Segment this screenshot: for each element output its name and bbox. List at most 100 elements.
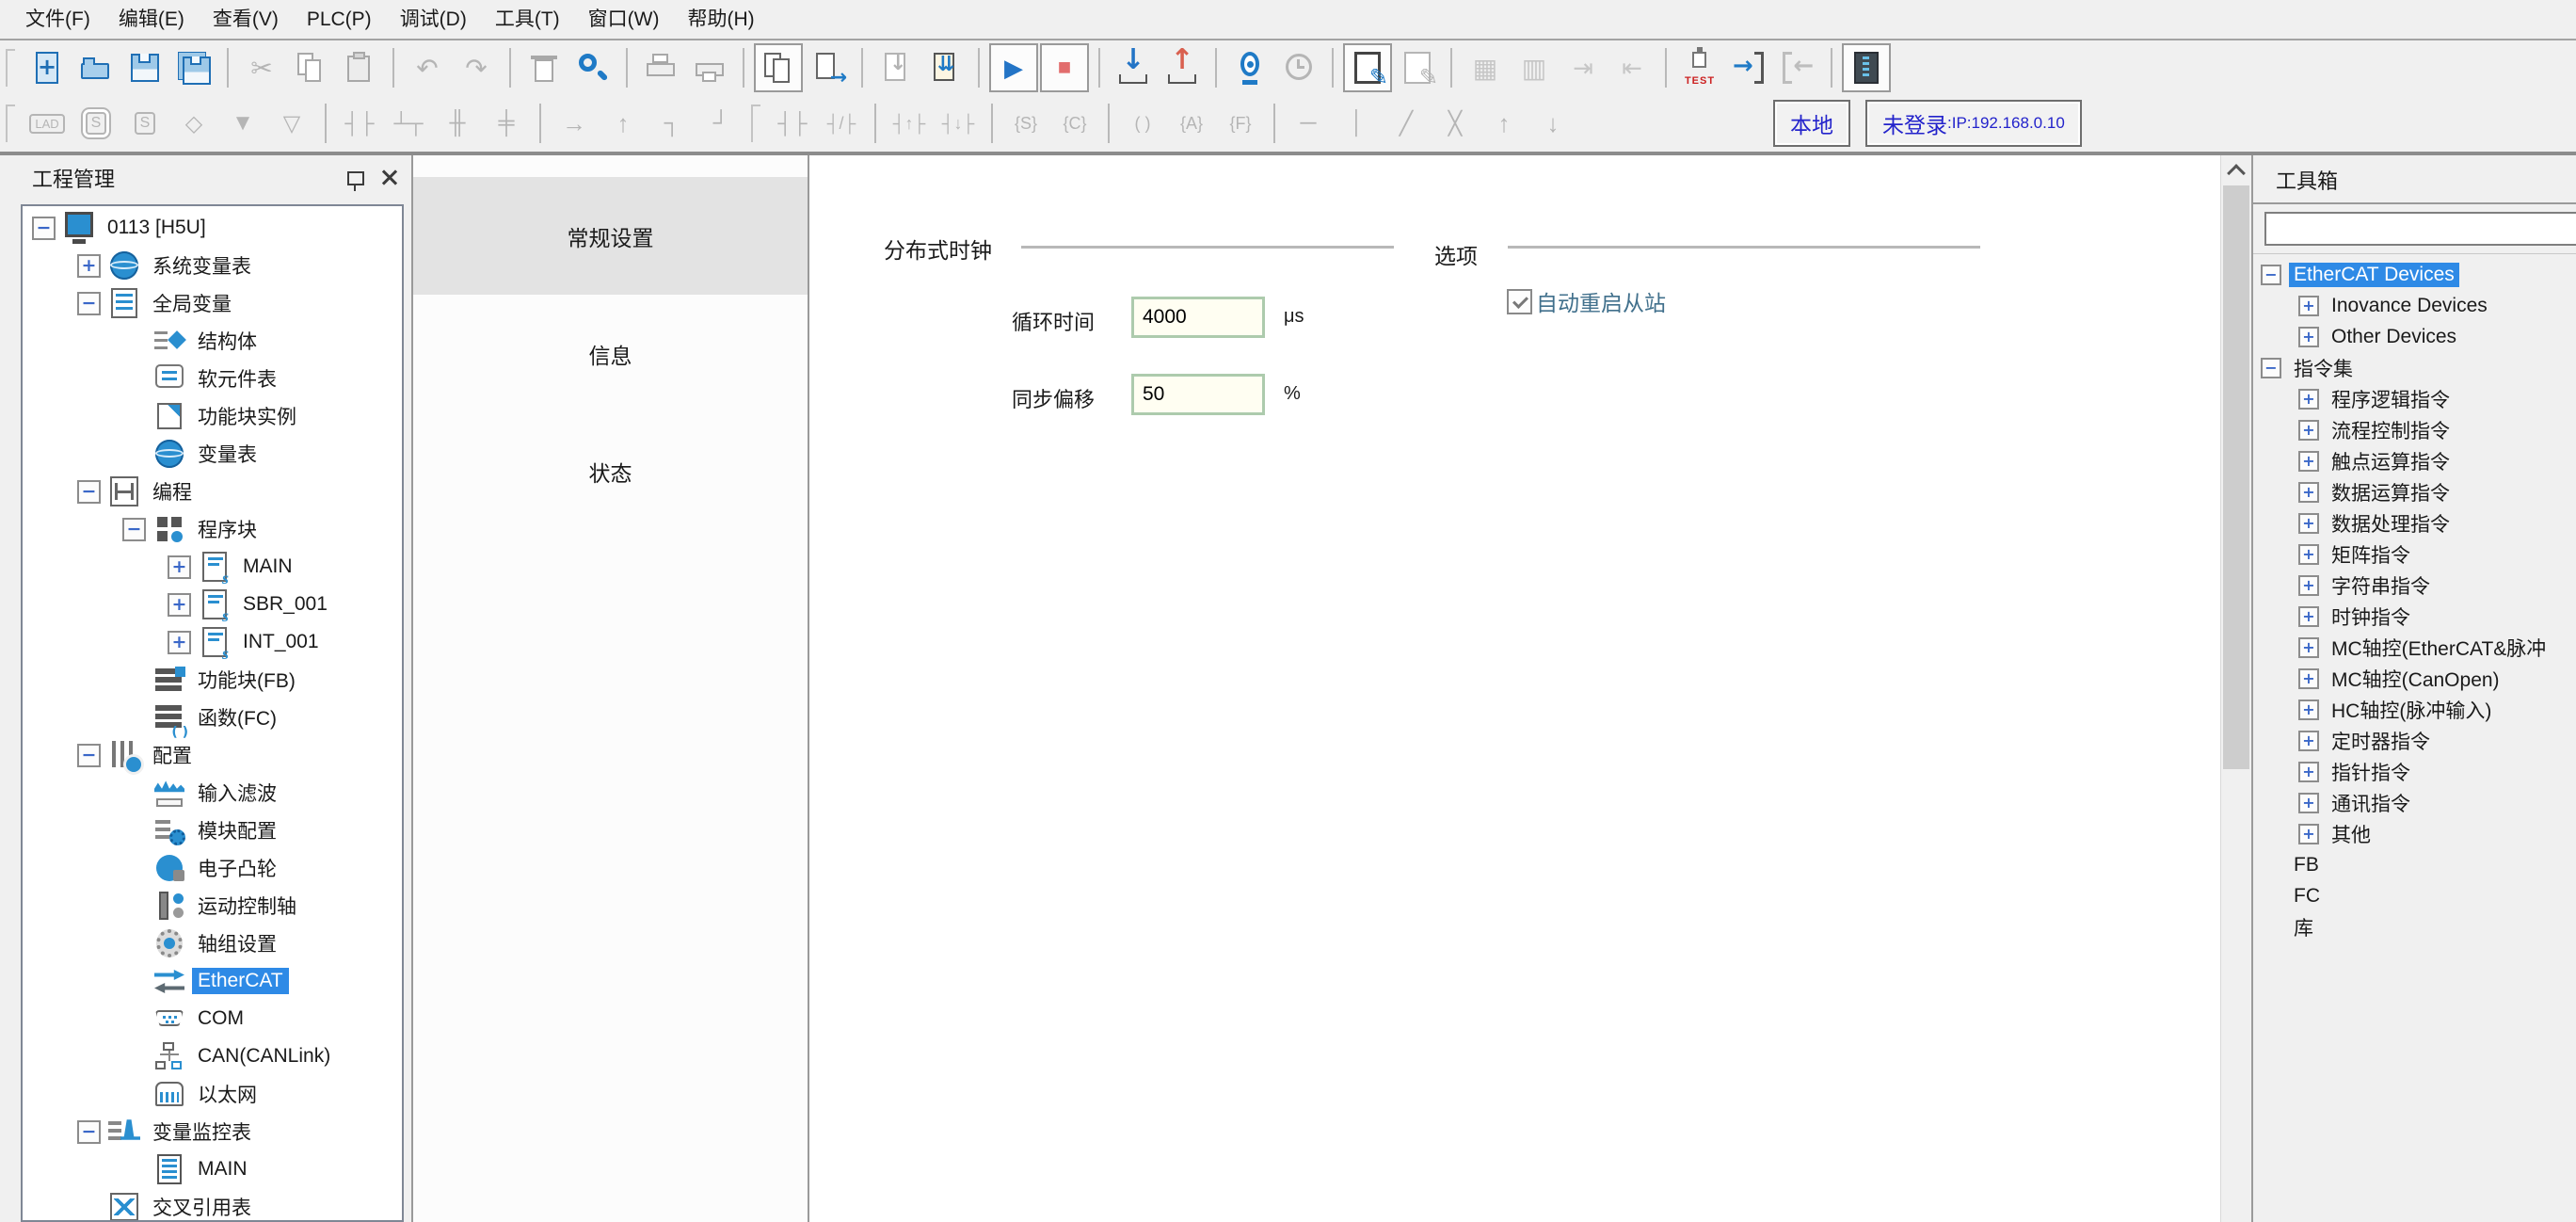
- sync-offset-input[interactable]: [1131, 374, 1265, 415]
- expand-icon[interactable]: +: [168, 631, 198, 654]
- tree-item-programming[interactable]: −编程: [23, 473, 402, 510]
- download-plc-button[interactable]: [1110, 44, 1157, 91]
- tree-item-watch-table[interactable]: −变量监控表: [23, 1113, 402, 1150]
- toolbox-item-mc-canopen[interactable]: +MC轴控(CanOpen): [2253, 663, 2576, 694]
- toolbox-item-data-processing[interactable]: +数据处理指令: [2253, 507, 2576, 539]
- tree-item-com[interactable]: COM: [23, 1000, 402, 1037]
- tree-item-struct[interactable]: 结构体: [23, 322, 402, 360]
- expand-icon[interactable]: +: [2298, 824, 2327, 844]
- toolbox-item-library[interactable]: 库: [2253, 911, 2576, 942]
- tab-info[interactable]: 信息: [413, 295, 808, 412]
- upload-plc-button[interactable]: [1159, 44, 1206, 91]
- toolbox-item-data-ops[interactable]: +数据运算指令: [2253, 476, 2576, 507]
- toolbox-item-contact-ops[interactable]: +触点运算指令: [2253, 445, 2576, 476]
- toolbox-item-timer[interactable]: +定时器指令: [2253, 725, 2576, 756]
- collapse-icon[interactable]: −: [2261, 358, 2289, 378]
- stop-button[interactable]: ■: [1040, 43, 1089, 92]
- expand-icon[interactable]: +: [2298, 296, 2327, 316]
- tree-item-axis-group[interactable]: 轴组设置: [23, 925, 402, 962]
- collapse-icon[interactable]: −: [2261, 265, 2289, 285]
- expand-icon[interactable]: +: [2298, 731, 2327, 751]
- expand-icon[interactable]: +: [168, 593, 198, 617]
- expand-icon[interactable]: +: [2298, 793, 2327, 813]
- tree-item-plc[interactable]: −0113 [H5U]: [23, 209, 402, 247]
- vertical-scrollbar[interactable]: [2220, 155, 2251, 1222]
- expand-icon[interactable]: +: [2298, 606, 2327, 627]
- toolbox-item-other-devices[interactable]: +Other Devices: [2253, 321, 2576, 352]
- tree-item-fb[interactable]: 功能块(FB): [23, 661, 402, 699]
- toolbox-item-fc[interactable]: FC: [2253, 880, 2576, 911]
- new-project-button[interactable]: [24, 44, 71, 91]
- collapse-icon[interactable]: −: [77, 744, 107, 767]
- scroll-up-button[interactable]: [2221, 155, 2251, 185]
- expand-icon[interactable]: +: [2298, 668, 2327, 689]
- tree-item-var-table[interactable]: 变量表: [23, 435, 402, 473]
- device-view-button[interactable]: [1842, 43, 1891, 92]
- expand-icon[interactable]: +: [2298, 451, 2327, 472]
- tree-item-program-blocks[interactable]: −程序块: [23, 510, 402, 548]
- collapse-icon[interactable]: −: [77, 1120, 107, 1144]
- toolbox-item-program-logic[interactable]: +程序逻辑指令: [2253, 383, 2576, 414]
- tree-item-ethercat[interactable]: EtherCAT: [23, 962, 402, 1000]
- tree-item-config[interactable]: −配置: [23, 736, 402, 774]
- tree-item-fb-instance[interactable]: 功能块实例: [23, 397, 402, 435]
- tab-general-settings[interactable]: 常规设置: [413, 177, 808, 295]
- toolbox-item-flow-control[interactable]: +流程控制指令: [2253, 414, 2576, 445]
- monitor-button[interactable]: [1226, 44, 1273, 91]
- toolbox-item-string[interactable]: +字符串指令: [2253, 570, 2576, 601]
- tree-item-input-filter[interactable]: 输入滤波: [23, 774, 402, 812]
- save-button[interactable]: [121, 44, 168, 91]
- expand-icon[interactable]: +: [2298, 575, 2327, 596]
- expand-icon[interactable]: +: [2298, 389, 2327, 410]
- expand-icon[interactable]: +: [77, 254, 107, 278]
- toolbox-item-clock[interactable]: +时钟指令: [2253, 601, 2576, 632]
- tree-item-device-table[interactable]: 软元件表: [23, 360, 402, 397]
- toolbox-item-pointer[interactable]: +指针指令: [2253, 756, 2576, 787]
- expand-icon[interactable]: +: [2298, 699, 2327, 720]
- build-list-button[interactable]: [921, 44, 968, 91]
- tree-item-crossref[interactable]: 交叉引用表: [23, 1188, 402, 1222]
- toolbox-item-mc-ethercat[interactable]: +MC轴控(EtherCAT&脉冲: [2253, 632, 2576, 663]
- tree-item-watch-main[interactable]: MAIN: [23, 1150, 402, 1188]
- toolbox-search-input[interactable]: [2264, 212, 2576, 246]
- collapse-icon[interactable]: −: [32, 217, 62, 240]
- online-edit-button[interactable]: [1343, 43, 1392, 92]
- close-icon[interactable]: [381, 169, 398, 186]
- run-button[interactable]: ▶: [989, 43, 1038, 92]
- login-status-button[interactable]: 未登录:IP:192.168.0.10: [1865, 100, 2082, 147]
- tree-item-motion-axis[interactable]: 运动控制轴: [23, 887, 402, 925]
- expand-icon[interactable]: +: [2298, 544, 2327, 565]
- tree-item-sbr001[interactable]: +SBR_001: [23, 586, 402, 623]
- compile-button[interactable]: [754, 43, 803, 92]
- toolbox-item-ethercat-devices[interactable]: −EtherCAT Devices: [2253, 259, 2576, 290]
- collapse-icon[interactable]: −: [122, 518, 152, 541]
- expand-icon[interactable]: +: [2298, 513, 2327, 534]
- expand-icon[interactable]: +: [2298, 482, 2327, 503]
- local-mode-button[interactable]: 本地: [1773, 100, 1850, 147]
- tree-item-can[interactable]: CAN(CANLink): [23, 1037, 402, 1075]
- usb-test-button[interactable]: TEST: [1676, 44, 1723, 91]
- toolbox-item-comm[interactable]: +通讯指令: [2253, 787, 2576, 818]
- tree-item-fc[interactable]: 函数(FC): [23, 699, 402, 736]
- menu-item[interactable]: 窗口(W): [574, 0, 674, 39]
- expand-icon[interactable]: +: [2298, 420, 2327, 441]
- menu-item[interactable]: 工具(T): [481, 0, 574, 39]
- toolbox-item-inovance-devices[interactable]: +Inovance Devices: [2253, 290, 2576, 321]
- menu-item[interactable]: 查看(V): [199, 0, 293, 39]
- open-project-button[interactable]: [72, 44, 120, 91]
- toolbox-item-matrix[interactable]: +矩阵指令: [2253, 539, 2576, 570]
- tree-item-module-config[interactable]: 模块配置: [23, 812, 402, 849]
- tab-status[interactable]: 状态: [413, 412, 808, 530]
- toolbox-item-instruction-set[interactable]: −指令集: [2253, 352, 2576, 383]
- expand-icon[interactable]: +: [2298, 637, 2327, 658]
- expand-icon[interactable]: +: [2298, 762, 2327, 782]
- collapse-icon[interactable]: −: [77, 292, 107, 315]
- toolbox-item-other[interactable]: +其他: [2253, 818, 2576, 849]
- scrollbar-thumb[interactable]: [2223, 185, 2249, 769]
- toolbox-item-hc-pulse[interactable]: +HC轴控(脉冲输入): [2253, 694, 2576, 725]
- cycle-time-input[interactable]: [1131, 297, 1265, 338]
- expand-icon[interactable]: +: [2298, 327, 2327, 347]
- save-all-button[interactable]: [170, 44, 217, 91]
- tree-item-global-vars[interactable]: −全局变量: [23, 284, 402, 322]
- menu-item[interactable]: 调试(D): [386, 0, 481, 39]
